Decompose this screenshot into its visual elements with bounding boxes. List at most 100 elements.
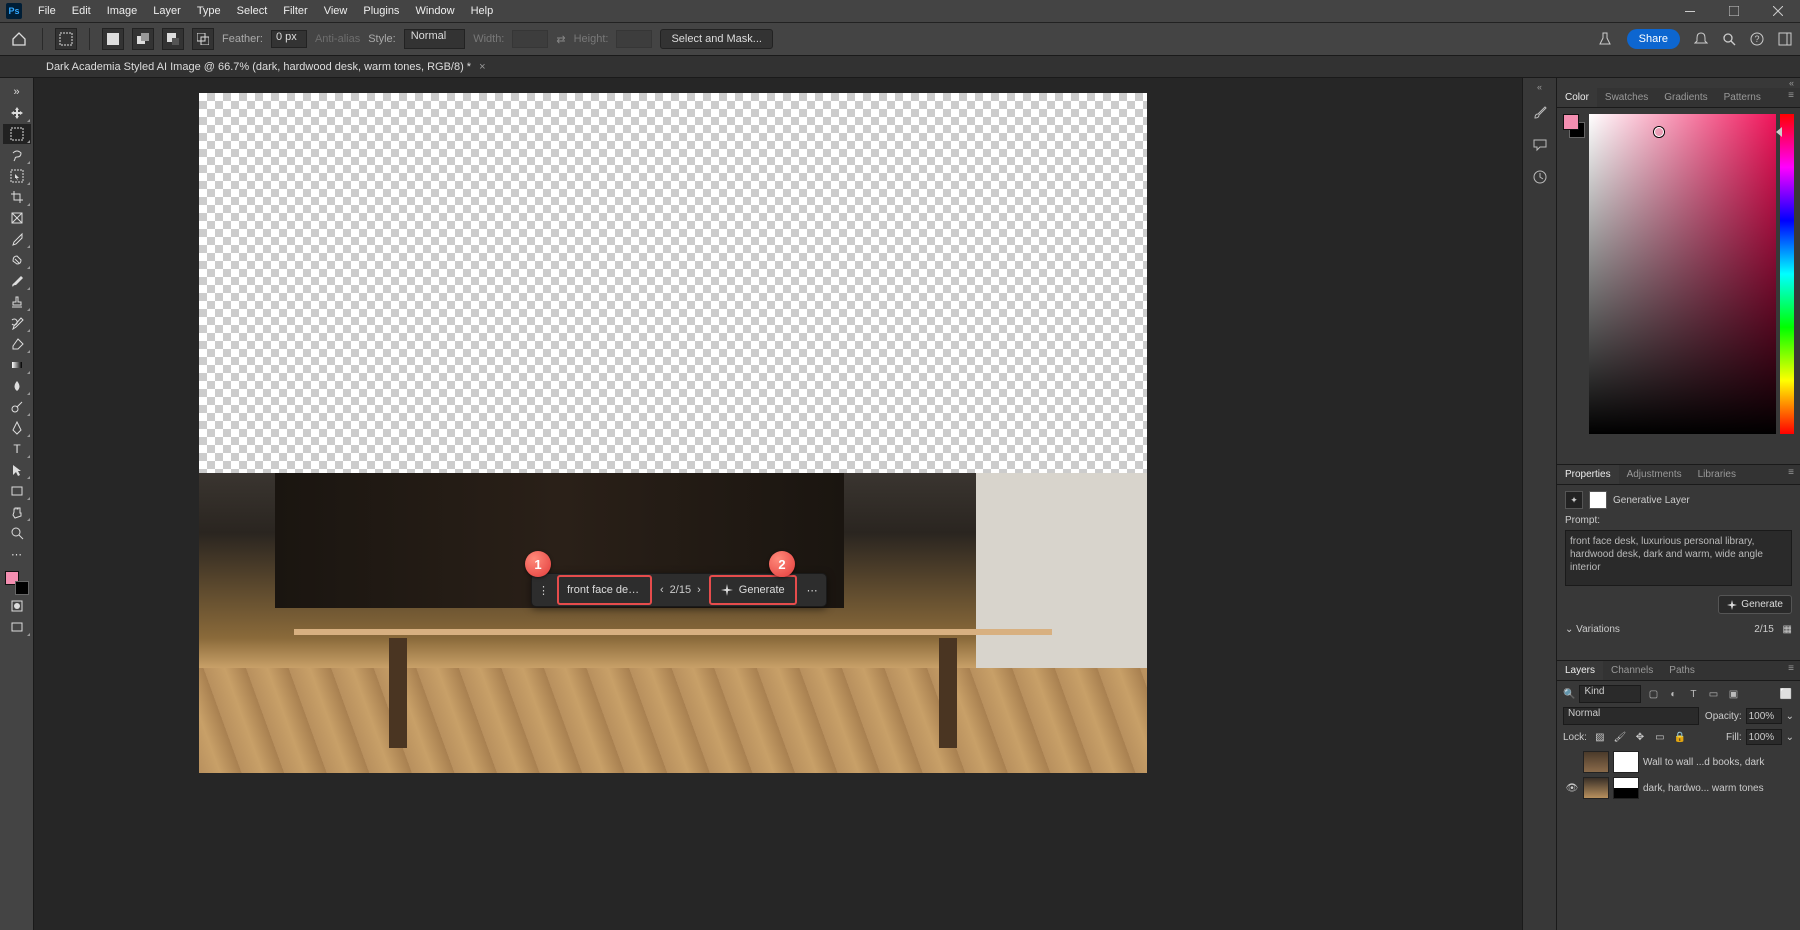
tab-gradients[interactable]: Gradients [1656,88,1715,107]
style-select[interactable]: Normal [404,29,465,49]
variations-grid-icon[interactable]: ▦ [1783,624,1792,635]
search-icon[interactable] [1722,32,1736,46]
menu-plugins[interactable]: Plugins [355,2,407,20]
lasso-tool[interactable] [3,145,31,165]
lock-position-icon[interactable]: ✥ [1633,730,1647,744]
tab-channels[interactable]: Channels [1603,661,1661,680]
generative-prompt-input[interactable]: front face desk,... [557,575,652,605]
menu-select[interactable]: Select [229,2,276,20]
object-select-tool[interactable] [3,166,31,186]
brightness-arrow-icon[interactable] [1776,127,1782,137]
menu-type[interactable]: Type [189,2,229,20]
intersect-selection-icon[interactable] [192,28,214,50]
layer-name[interactable]: Wall to wall ...d books, dark [1643,757,1792,768]
menu-edit[interactable]: Edit [64,2,99,20]
brushes-panel-icon[interactable] [1529,102,1551,124]
menu-layer[interactable]: Layer [145,2,189,20]
hand-tool[interactable] [3,502,31,522]
lock-paint-icon[interactable]: 🖌 [1613,730,1627,744]
workspace-icon[interactable] [1778,32,1792,46]
next-variation-icon[interactable]: › [697,584,701,596]
pen-tool[interactable] [3,418,31,438]
color-fg-bg[interactable] [1563,114,1585,458]
filter-type-icon[interactable]: T [1685,686,1701,702]
tab-layers[interactable]: Layers [1557,661,1603,680]
collapse-toolbox-icon[interactable]: » [3,82,31,102]
type-tool[interactable]: T [3,439,31,459]
layer-name[interactable]: dark, hardwo... warm tones [1643,783,1792,794]
fill-chevron-icon[interactable]: ⌄ [1786,732,1794,743]
menu-help[interactable]: Help [463,2,502,20]
eraser-tool[interactable] [3,334,31,354]
gradient-tool[interactable] [3,355,31,375]
window-close[interactable] [1756,0,1800,22]
lock-transparent-icon[interactable]: ▨ [1593,730,1607,744]
beaker-icon[interactable] [1597,31,1613,47]
new-selection-icon[interactable] [102,28,124,50]
home-icon[interactable] [8,28,30,50]
color-cursor[interactable] [1654,127,1664,137]
window-maximize[interactable] [1712,0,1756,22]
menu-window[interactable]: Window [407,2,462,20]
opacity-input[interactable] [1746,708,1782,724]
dodge-tool[interactable] [3,397,31,417]
generate-button[interactable]: Generate [709,575,797,605]
window-minimize[interactable] [1668,0,1712,22]
tab-swatches[interactable]: Swatches [1597,88,1656,107]
crop-tool[interactable] [3,187,31,207]
tab-color[interactable]: Color [1557,88,1597,107]
menu-file[interactable]: File [30,2,64,20]
document-canvas[interactable] [199,93,1147,773]
filter-shape-icon[interactable]: ▭ [1705,686,1721,702]
close-tab-icon[interactable]: × [479,61,485,73]
drag-handle-icon[interactable]: ⋮ [532,584,555,597]
lock-all-icon[interactable]: 🔒 [1673,730,1687,744]
variations-toggle[interactable]: ⌄ Variations [1565,624,1620,635]
bell-icon[interactable] [1694,32,1708,46]
panel-menu-icon[interactable]: ≡ [1782,661,1800,680]
menu-image[interactable]: Image [99,2,146,20]
document-tab[interactable]: Dark Academia Styled AI Image @ 66.7% (d… [38,58,494,76]
tab-patterns[interactable]: Patterns [1716,88,1769,107]
properties-generate-button[interactable]: Generate [1718,595,1792,614]
tab-paths[interactable]: Paths [1661,661,1703,680]
search-icon[interactable]: 🔍 [1563,689,1575,700]
panel-menu-icon[interactable]: ≡ [1782,88,1800,107]
zoom-tool[interactable] [3,523,31,543]
visibility-toggle[interactable]: 👁 [1565,783,1579,794]
edit-toolbar[interactable]: ⋯ [3,544,31,564]
history-panel-icon[interactable] [1529,166,1551,188]
more-options-icon[interactable]: ⋯ [799,584,826,597]
layer-kind-select[interactable]: Kind [1579,685,1641,703]
subtract-selection-icon[interactable] [162,28,184,50]
stamp-tool[interactable] [3,292,31,312]
marquee-tool[interactable] [3,124,31,144]
canvas-area[interactable]: 1 2 ⋮ front face desk,... ‹ 2/15 › Gener… [34,78,1522,930]
select-and-mask-button[interactable]: Select and Mask... [660,29,773,49]
comments-panel-icon[interactable] [1529,134,1551,156]
feather-input[interactable]: 0 px [271,30,307,48]
prev-variation-icon[interactable]: ‹ [660,584,664,596]
fill-input[interactable] [1746,729,1782,745]
tab-properties[interactable]: Properties [1557,465,1619,484]
blend-mode-select[interactable]: Normal [1563,707,1699,725]
quick-mask-icon[interactable] [3,596,31,616]
share-button[interactable]: Share [1627,29,1680,49]
opacity-chevron-icon[interactable]: ⌄ [1786,711,1794,722]
tab-libraries[interactable]: Libraries [1690,465,1744,484]
layer-row[interactable]: 👁 dark, hardwo... warm tones [1563,775,1794,801]
help-icon[interactable]: ? [1750,32,1764,46]
filter-image-icon[interactable]: ▢ [1645,686,1661,702]
panel-menu-icon[interactable]: ≡ [1782,465,1800,484]
brush-tool[interactable] [3,271,31,291]
marquee-tool-preset[interactable] [55,28,77,50]
history-brush-tool[interactable] [3,313,31,333]
frame-tool[interactable] [3,208,31,228]
hue-slider[interactable] [1780,114,1794,434]
eyedropper-tool[interactable] [3,229,31,249]
layer-mask-thumb[interactable] [1613,751,1639,773]
filter-toggle-icon[interactable]: ⬜ [1778,686,1794,702]
blur-tool[interactable] [3,376,31,396]
filter-adjust-icon[interactable]: ◐ [1665,686,1681,702]
layer-row[interactable]: Wall to wall ...d books, dark [1563,749,1794,775]
